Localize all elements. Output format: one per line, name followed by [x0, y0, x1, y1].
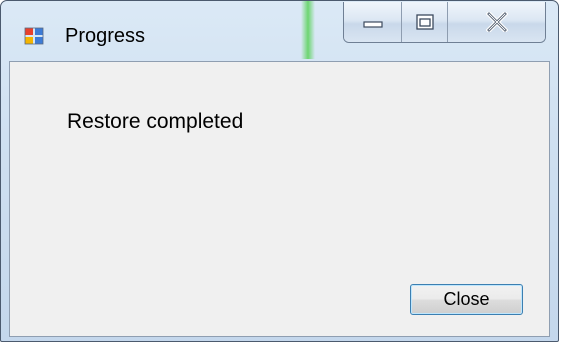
dialog-content: Restore completed Close — [9, 61, 550, 337]
close-button[interactable]: Close — [410, 284, 523, 315]
minimize-button[interactable] — [344, 2, 402, 42]
window-title: Progress — [65, 25, 146, 47]
close-window-button[interactable] — [448, 2, 545, 42]
close-icon — [485, 12, 508, 32]
caption-buttons — [343, 2, 546, 43]
maximize-button[interactable] — [402, 2, 448, 42]
dialog-window: Progress Restore completed Close — [0, 0, 559, 342]
minimize-icon — [362, 21, 383, 28]
status-message: Restore completed — [67, 110, 244, 133]
maximize-icon — [415, 14, 434, 30]
application-icon — [24, 27, 44, 45]
title-bar[interactable]: Progress — [1, 1, 558, 61]
